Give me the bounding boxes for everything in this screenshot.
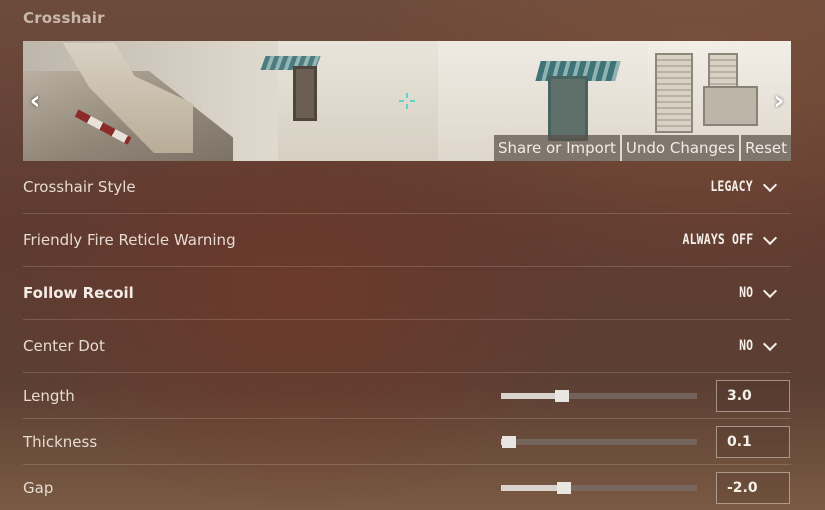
crosshair-icon (399, 93, 415, 109)
reset-button[interactable]: Reset (741, 135, 791, 161)
dropdown-value: LEGACY (710, 179, 753, 195)
slider-fill (501, 392, 562, 399)
thickness-input[interactable]: 0.1 (716, 425, 790, 458)
setting-label: Friendly Fire Reticle Warning (23, 231, 236, 249)
setting-row-gap: Gap -2.0 (23, 465, 791, 510)
chevron-down-icon (762, 336, 778, 351)
length-slider[interactable] (501, 389, 697, 402)
setting-row-thickness: Thickness 0.1 (23, 419, 791, 465)
chevron-down-icon (762, 177, 778, 192)
setting-row-crosshair-style: Crosshair Style LEGACY (23, 161, 791, 214)
gap-slider[interactable] (501, 481, 697, 494)
crosshair-style-dropdown[interactable]: LEGACY (701, 161, 778, 213)
undo-changes-button[interactable]: Undo Changes (621, 135, 740, 161)
center-dot-dropdown[interactable]: NO (736, 320, 778, 372)
dropdown-value: ALWAYS OFF (682, 232, 753, 248)
chevron-right-icon[interactable]: › (770, 87, 788, 115)
dropdown-value: NO (738, 338, 753, 354)
chevron-left-icon[interactable]: ‹ (26, 87, 44, 115)
length-input[interactable]: 3.0 (716, 379, 790, 412)
setting-label: Follow Recoil (23, 284, 134, 302)
preview-window (548, 76, 588, 141)
setting-row-center-dot: Center Dot NO (23, 320, 791, 373)
setting-row-follow-recoil: Follow Recoil NO (23, 267, 791, 320)
section-title: Crosshair (23, 9, 105, 27)
setting-label: Thickness (23, 432, 98, 451)
preview-window (293, 66, 317, 121)
share-import-button[interactable]: Share or Import (493, 135, 620, 161)
chevron-down-icon (762, 230, 778, 245)
preview-actions: Share or Import Undo Changes Reset (493, 135, 791, 161)
setting-label: Crosshair Style (23, 178, 136, 196)
settings-list: Crosshair Style LEGACY Friendly Fire Ret… (23, 161, 791, 510)
follow-recoil-dropdown[interactable]: NO (736, 267, 778, 319)
slider-fill (501, 484, 564, 491)
crosshair-preview: ‹ › Share or Import Undo Changes Reset (23, 41, 791, 161)
setting-label: Center Dot (23, 337, 105, 355)
slider-thumb[interactable] (501, 435, 516, 448)
chevron-down-icon (762, 283, 778, 298)
setting-row-friendly-fire: Friendly Fire Reticle Warning ALWAYS OFF (23, 214, 791, 267)
preview-ac-unit (703, 86, 758, 126)
setting-label: Length (23, 386, 75, 405)
setting-label: Gap (23, 478, 54, 497)
slider-thumb[interactable] (554, 389, 569, 402)
dropdown-value: NO (738, 285, 753, 301)
thickness-slider[interactable] (501, 435, 697, 448)
setting-row-length: Length 3.0 (23, 373, 791, 419)
friendly-fire-dropdown[interactable]: ALWAYS OFF (667, 214, 778, 266)
preview-shutter (655, 53, 693, 133)
slider-thumb[interactable] (556, 481, 571, 494)
gap-input[interactable]: -2.0 (716, 471, 790, 504)
